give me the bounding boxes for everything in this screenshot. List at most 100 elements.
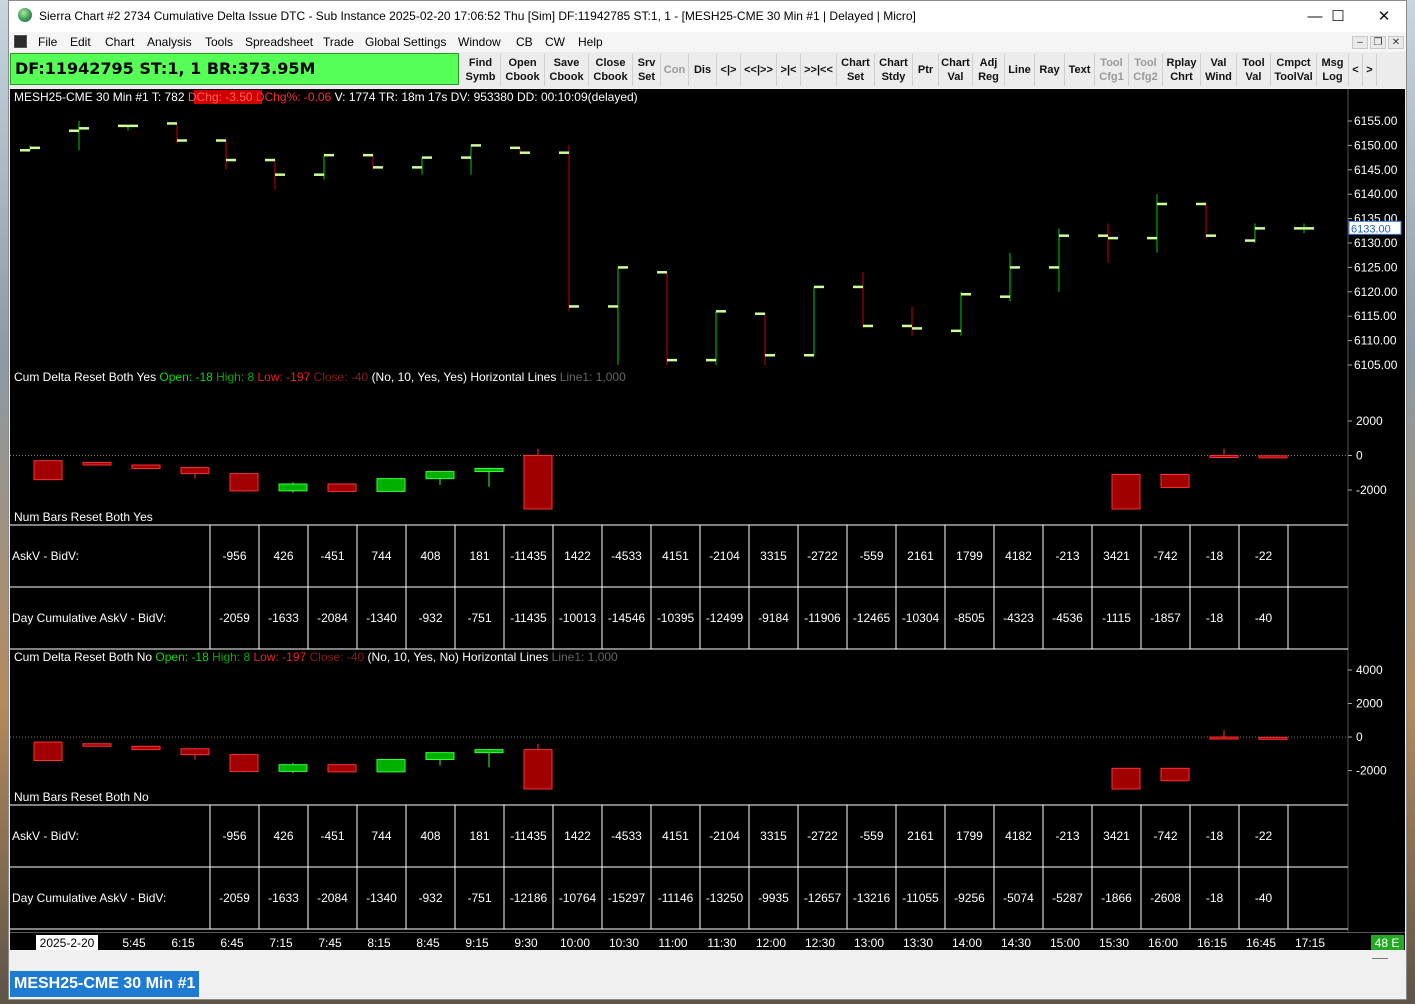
- cd-axis-label: -2000: [1356, 483, 1387, 497]
- maximize-button[interactable]: ☐: [1315, 1, 1361, 32]
- close-button[interactable]: ✕: [1361, 1, 1407, 32]
- menu-file[interactable]: File: [38, 35, 57, 49]
- time-axis-canvas: 2025-2-20 5:45 6:15 6:45 7:15 7:45 8:15 8:45 9:1…: [36, 935, 1404, 950]
- cd-high: High: 8: [212, 650, 253, 664]
- toolbar-button-xxxxx[interactable]: >>|<<: [801, 54, 837, 86]
- cd-candle-body: [131, 464, 161, 469]
- menu-bar: File Edit Chart Analysis Tools Spreadshe…: [9, 32, 1406, 52]
- price-axis-label: 6125.00: [1354, 260, 1398, 274]
- table-cell: -1857: [1150, 611, 1181, 625]
- table-cell: 4151: [662, 829, 689, 843]
- cd-axis-label: 0: [1356, 449, 1363, 463]
- toolbar-button-cmpct-toolval[interactable]: Cmpct ToolVal: [1271, 54, 1317, 86]
- toolbar-button-ptr[interactable]: Ptr: [913, 54, 939, 86]
- table-cell: -2104: [709, 829, 740, 843]
- cd-candle-body: [327, 483, 357, 492]
- current-price-label: 6133.00: [1351, 223, 1391, 235]
- menu-spreadsheet[interactable]: Spreadsheet: [245, 35, 313, 49]
- toolbar-button-save-cbook[interactable]: Save Cbook: [545, 54, 589, 86]
- toolbar-button-tool-cfg1[interactable]: Tool Cfg1: [1095, 54, 1129, 86]
- chart-area[interactable]: 6155.00 6150.00 6145.00 6140.00 6135.00 6130.…: [10, 89, 1405, 932]
- mdi-close-button[interactable]: ✕: [1388, 36, 1404, 49]
- toolbar-button-line[interactable]: Line: [1005, 54, 1035, 86]
- toolbar-button-text[interactable]: Text: [1065, 54, 1095, 86]
- cd-line1: Line1: 1,000: [560, 370, 626, 384]
- table-cell: -22: [1255, 829, 1273, 843]
- chart-window-icon[interactable]: [14, 35, 27, 48]
- menu-cw[interactable]: CW: [545, 35, 565, 49]
- table-cell: -11435: [510, 611, 547, 625]
- control-bar: DF:11942795 ST:1, 1 BR:373.95M Find Symb…: [9, 52, 1406, 88]
- table-cell: -11146: [658, 891, 694, 905]
- table-cell: -1866: [1101, 891, 1132, 905]
- toolbar-button-open-cbook[interactable]: Open Cbook: [501, 54, 545, 86]
- price-axis-label: 6110.00: [1354, 334, 1397, 348]
- time-axis-label: 14:30: [1001, 936, 1031, 950]
- table-cell: -213: [1055, 549, 1079, 563]
- toolbar-button-srv-set[interactable]: Srv Set: [633, 54, 661, 86]
- table-row2-label: Day Cumulative AskV - BidV:: [12, 891, 166, 905]
- menu-cb[interactable]: CB: [516, 35, 533, 49]
- toolbar-button-msg-log[interactable]: Msg Log: [1317, 54, 1349, 86]
- toolbar-button-rplay-chrt[interactable]: Rplay Chrt: [1163, 54, 1201, 86]
- toolbar-button-find-symb[interactable]: Find Symb: [461, 54, 501, 86]
- toolbar-button-chart-set[interactable]: Chart Set: [837, 54, 875, 86]
- toolbar-button-xxxxx[interactable]: <<|>>: [741, 54, 777, 86]
- table-cell: -11435: [510, 829, 547, 843]
- table-cell: 3421: [1103, 829, 1130, 843]
- cd-study-name: Cum Delta Reset Both Yes: [14, 370, 159, 384]
- time-axis-label: 5:45: [122, 936, 146, 950]
- chart-canvas[interactable]: 6155.006150.006145.006140.006135.006130.…: [10, 89, 1405, 932]
- toolbar-button-x[interactable]: >: [1363, 54, 1377, 86]
- cd-study-name: Cum Delta Reset Both No: [14, 650, 155, 664]
- toolbar-button-xxx[interactable]: >|<: [777, 54, 801, 86]
- cd-open: Open: -18: [159, 370, 216, 384]
- toolbar-button-tool-val[interactable]: Tool Val: [1237, 54, 1271, 86]
- app-globe-icon: [18, 8, 32, 22]
- menu-trade[interactable]: Trade: [323, 35, 354, 49]
- table-cell: 4182: [1005, 829, 1032, 843]
- table-cell: -2059: [219, 891, 250, 905]
- menu-chart[interactable]: Chart: [105, 35, 134, 49]
- cd-horizontal-lines: Horizontal Lines: [462, 650, 551, 664]
- chart-tab-meshh25[interactable]: MESH25-CME 30 Min #1: [10, 971, 200, 997]
- df-status-box: DF:11942795 ST:1, 1 BR:373.95M: [10, 53, 459, 85]
- toolbar-button-chart-stdy[interactable]: Chart Stdy: [875, 54, 913, 86]
- toolbar-button-x[interactable]: <: [1349, 54, 1363, 86]
- table-cell: -40: [1255, 891, 1273, 905]
- table-cell: 408: [420, 549, 440, 563]
- table-cell: -742: [1153, 829, 1177, 843]
- table-row1-label: AskV - BidV:: [12, 829, 79, 843]
- menu-tools[interactable]: Tools: [205, 35, 233, 49]
- toolbar-button-chart-val[interactable]: Chart Val: [939, 54, 973, 86]
- time-axis-label: 14:00: [952, 936, 982, 950]
- toolbar-button-close-cbook[interactable]: Close Cbook: [589, 54, 633, 86]
- toolbar-button-tool-cfg2[interactable]: Tool Cfg2: [1129, 54, 1163, 86]
- menu-edit[interactable]: Edit: [70, 35, 91, 49]
- table-cell: 181: [469, 829, 489, 843]
- table-cell: -10764: [559, 891, 597, 905]
- mdi-restore-button[interactable]: ❐: [1370, 36, 1386, 49]
- menu-help[interactable]: Help: [578, 35, 603, 49]
- toolbar-button-dis[interactable]: Dis: [689, 54, 717, 86]
- table-cell: 1422: [564, 829, 591, 843]
- table-cell: -22: [1255, 549, 1273, 563]
- table-cell: 4182: [1005, 549, 1032, 563]
- cd-candle-body: [376, 478, 406, 492]
- toolbar-button-con[interactable]: Con: [661, 54, 689, 86]
- cd-candle-body: [180, 467, 210, 475]
- menu-global-settings[interactable]: Global Settings: [365, 35, 446, 49]
- menu-analysis[interactable]: Analysis: [147, 35, 192, 49]
- time-axis-label: 15:30: [1099, 936, 1129, 950]
- toolbar-button-adj-reg[interactable]: Adj Reg: [973, 54, 1005, 86]
- mdi-minimize-button[interactable]: –: [1352, 36, 1368, 49]
- cd-candle-body: [474, 749, 504, 754]
- toolbar-button-xxx[interactable]: <|>: [717, 54, 741, 86]
- toolbar-button-val-wind[interactable]: Val Wind: [1201, 54, 1237, 86]
- menu-window[interactable]: Window: [458, 35, 501, 49]
- toolbar-button-ray[interactable]: Ray: [1035, 54, 1065, 86]
- table-cell: -11906: [804, 611, 841, 625]
- table-cell: -956: [222, 829, 246, 843]
- title-bar[interactable]: Sierra Chart #2 2734 Cumulative Delta Is…: [9, 1, 1406, 32]
- table-cell: -1340: [366, 611, 397, 625]
